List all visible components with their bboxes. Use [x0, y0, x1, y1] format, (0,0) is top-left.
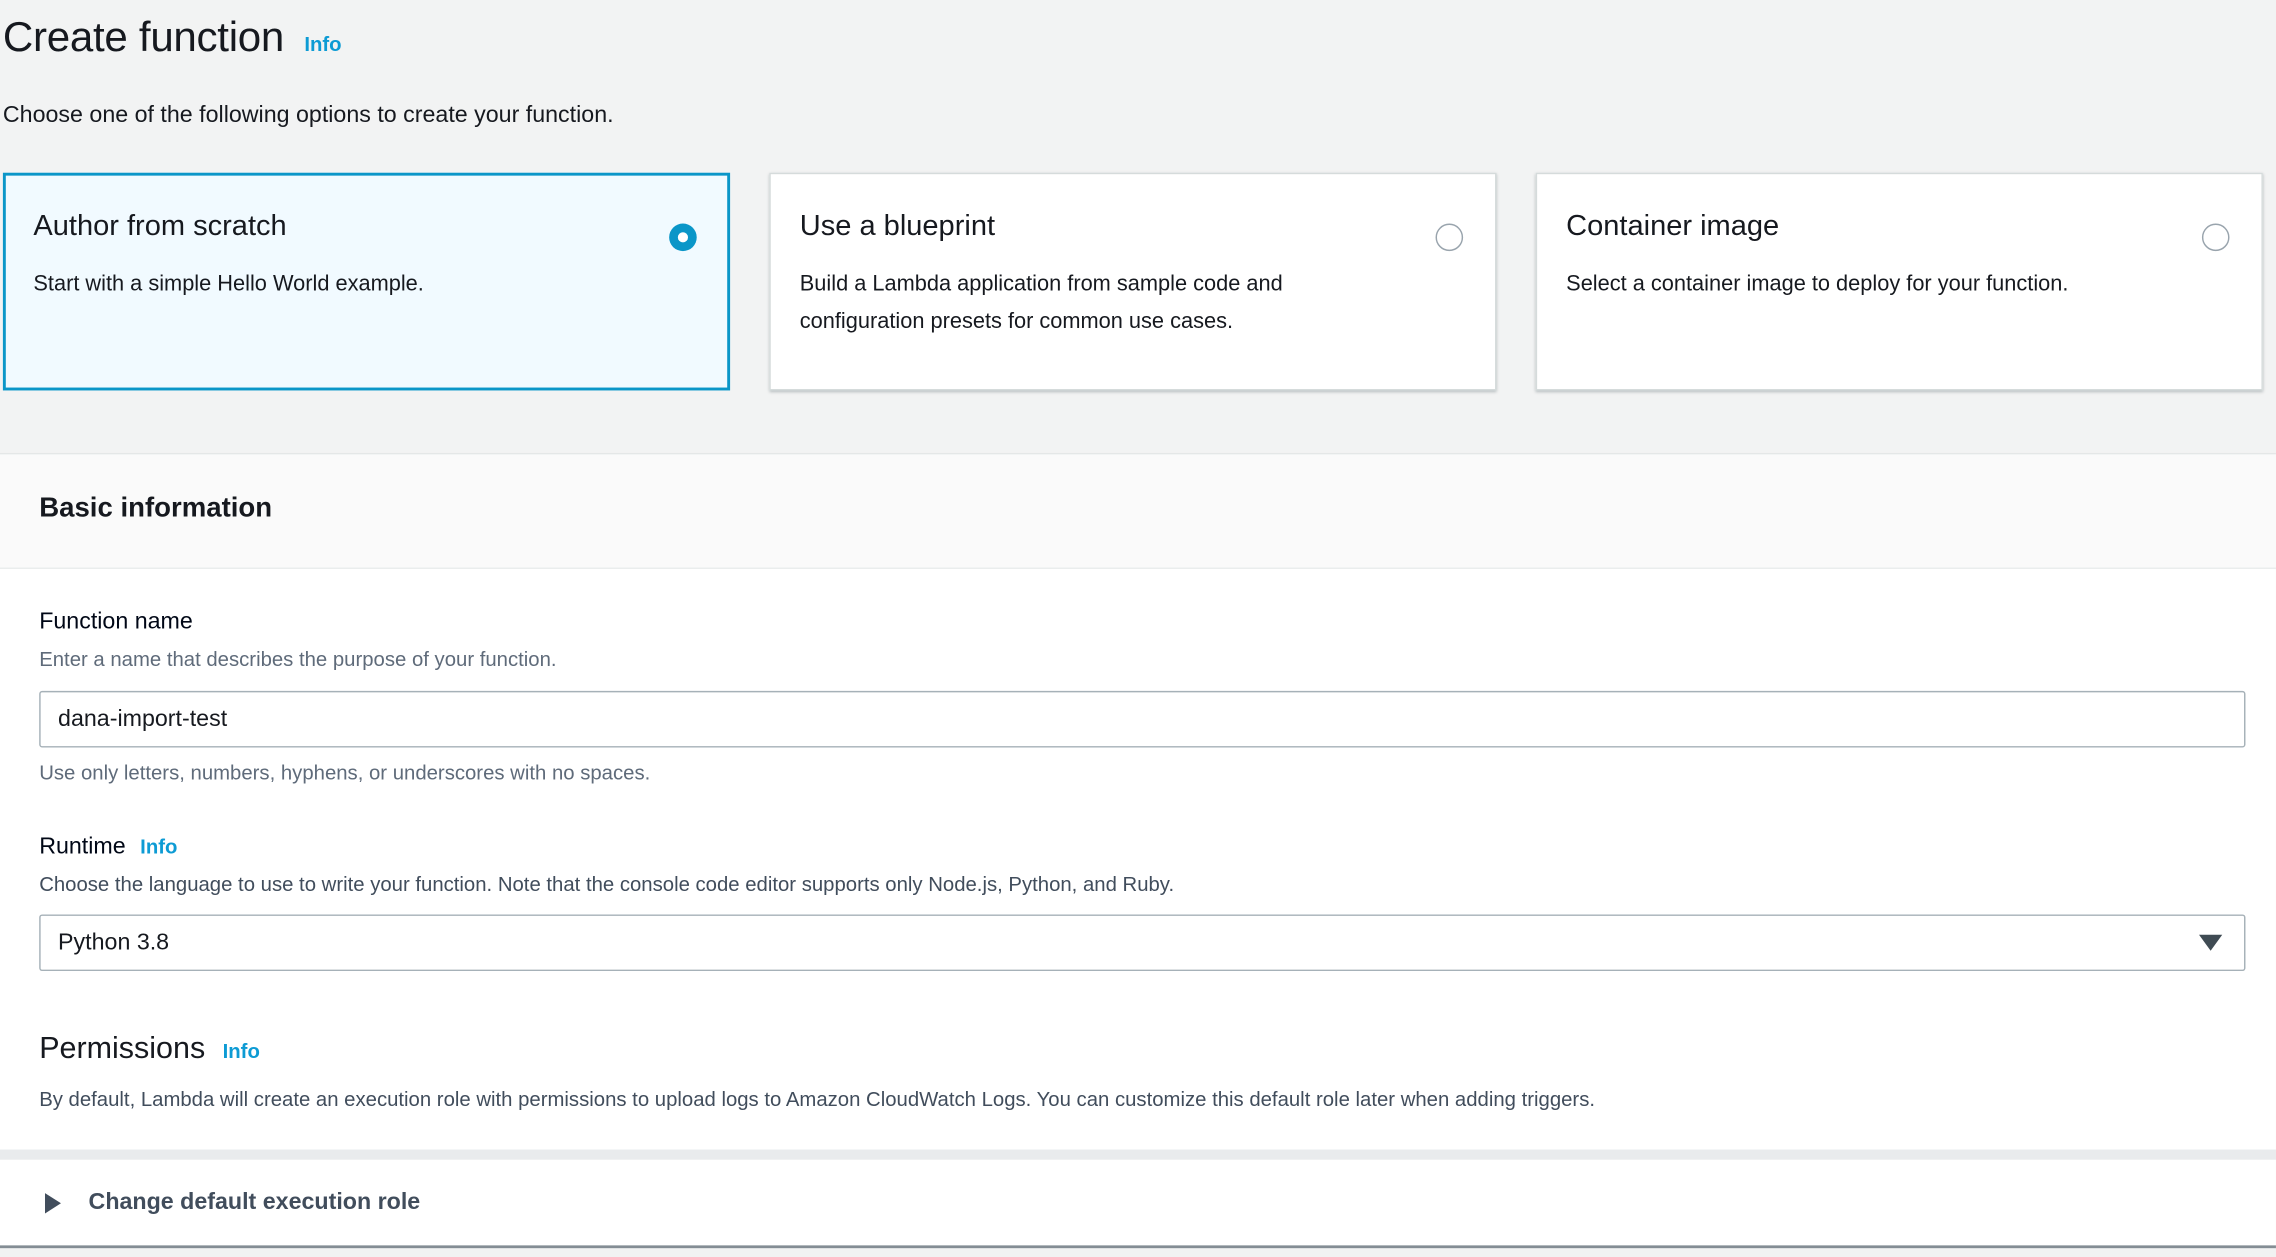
- permissions-description: By default, Lambda will create an execut…: [39, 1087, 2245, 1112]
- bottom-strip: [0, 1248, 2276, 1257]
- option-description: Select a container image to deploy for y…: [1566, 266, 2168, 304]
- runtime-info-link[interactable]: Info: [140, 835, 177, 858]
- option-title: Use a blueprint: [800, 205, 1402, 249]
- page-subtitle: Choose one of the following options to c…: [3, 102, 2276, 130]
- page-header: Create function Info Choose one of the f…: [0, 0, 2276, 129]
- expander-label: Change default execution role: [89, 1190, 421, 1216]
- function-name-input[interactable]: [39, 691, 2245, 748]
- runtime-description: Choose the language to use to write your…: [39, 872, 2245, 897]
- create-function-page: Create function Info Choose one of the f…: [0, 0, 2276, 1238]
- permissions-heading: Permissions: [39, 1032, 205, 1067]
- function-name-label: Function name: [39, 608, 2245, 636]
- page-title: Create function: [3, 9, 284, 67]
- basic-information-header: Basic information: [0, 453, 2276, 569]
- option-card-container-image[interactable]: Container image Select a container image…: [1536, 173, 2263, 391]
- change-execution-role-expander[interactable]: Change default execution role: [0, 1160, 2276, 1246]
- radio-selected-icon[interactable]: [669, 224, 697, 252]
- option-description: Build a Lambda application from sample c…: [800, 266, 1402, 341]
- option-card-author-from-scratch[interactable]: Author from scratch Start with a simple …: [3, 173, 730, 391]
- permissions-header: Permissions Info: [39, 971, 2245, 1067]
- option-title: Author from scratch: [33, 205, 635, 249]
- radio-unselected-icon[interactable]: [1436, 224, 1464, 252]
- runtime-label: Runtime: [39, 833, 125, 861]
- permissions-info-link[interactable]: Info: [223, 1039, 260, 1062]
- basic-information-panel: Basic information Function name Enter a …: [0, 453, 2276, 1257]
- creation-option-cards: Author from scratch Start with a simple …: [3, 173, 2276, 391]
- runtime-field: Runtime Info Choose the language to use …: [39, 784, 2245, 971]
- function-name-hint: Enter a name that describes the purpose …: [39, 647, 2245, 672]
- option-card-use-a-blueprint[interactable]: Use a blueprint Build a Lambda applicati…: [769, 173, 1496, 391]
- runtime-select[interactable]: Python 3.8: [39, 914, 2245, 971]
- caret-down-icon: [2199, 935, 2222, 951]
- runtime-selected-option: Python 3.8: [58, 930, 169, 956]
- option-title: Container image: [1566, 205, 2168, 249]
- function-name-field: Function name Enter a name that describe…: [39, 569, 2245, 784]
- radio-unselected-icon[interactable]: [2202, 224, 2230, 252]
- basic-information-body: Function name Enter a name that describe…: [0, 569, 2276, 1150]
- title-info-link[interactable]: Info: [304, 32, 341, 55]
- function-name-constraint: Use only letters, numbers, hyphens, or u…: [39, 761, 2245, 784]
- option-description: Start with a simple Hello World example.: [33, 266, 635, 304]
- basic-information-heading: Basic information: [39, 494, 272, 524]
- caret-right-icon: [45, 1192, 61, 1212]
- section-divider: [0, 1150, 2276, 1160]
